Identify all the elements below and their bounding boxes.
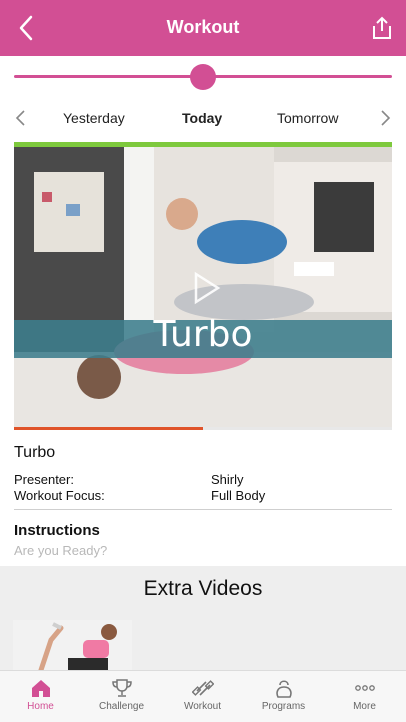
chevron-right-icon [381, 110, 391, 126]
extra-video-thumbnail[interactable] [13, 620, 132, 670]
tab-label: Programs [261, 701, 306, 712]
divider [14, 509, 392, 510]
dumbbell-icon [192, 680, 214, 696]
video-title-text: Turbo [153, 314, 253, 355]
play-icon[interactable] [188, 270, 224, 306]
focus-value: Full Body [211, 488, 266, 503]
tab-programs[interactable]: Programs [243, 671, 324, 722]
previous-day-button[interactable] [12, 108, 30, 128]
extra-videos-title: Extra Videos [143, 577, 263, 600]
presenter-value: Shirly [211, 472, 244, 487]
day-navigation: Yesterday Today Tomorrow [0, 104, 406, 132]
tab-more[interactable]: More [324, 671, 405, 722]
tab-today[interactable]: Today [182, 110, 222, 126]
chevron-left-icon [15, 110, 25, 126]
home-icon [32, 680, 50, 697]
extra-videos-section: Extra Videos [0, 566, 406, 670]
extra-video-image [13, 620, 132, 670]
page-title: Workout [166, 17, 240, 37]
tab-challenge[interactable]: Challenge [81, 671, 162, 722]
slider-thumb[interactable] [190, 64, 216, 90]
tab-label: Challenge [98, 701, 145, 712]
kettlebell-icon [276, 680, 292, 698]
share-button[interactable] [370, 15, 394, 41]
workout-name: Turbo [14, 444, 56, 461]
presenter-label: Presenter: [14, 472, 74, 487]
focus-label: Workout Focus: [14, 488, 105, 503]
tab-workout[interactable]: Workout [162, 671, 243, 722]
tab-label: More [353, 701, 376, 712]
tab-label: Workout [183, 701, 222, 712]
video-progress-fill [14, 427, 203, 430]
tab-tomorrow[interactable]: Tomorrow [277, 110, 338, 126]
tab-yesterday[interactable]: Yesterday [63, 110, 125, 126]
instructions-text: Are you Ready? [14, 543, 108, 558]
next-day-button[interactable] [376, 108, 394, 128]
tab-home[interactable]: Home [0, 671, 81, 722]
bottom-tab-bar: Home Challenge Workout Programs More [0, 670, 406, 722]
workout-video[interactable]: Turbo [14, 142, 392, 430]
more-icon [355, 685, 375, 691]
share-icon [373, 16, 391, 39]
app-header: Workout [0, 0, 406, 56]
instructions-title: Instructions [14, 522, 100, 539]
trophy-icon [112, 679, 132, 697]
tab-label: Home [27, 701, 54, 712]
day-slider[interactable] [14, 62, 392, 90]
video-top-accent [14, 142, 392, 147]
